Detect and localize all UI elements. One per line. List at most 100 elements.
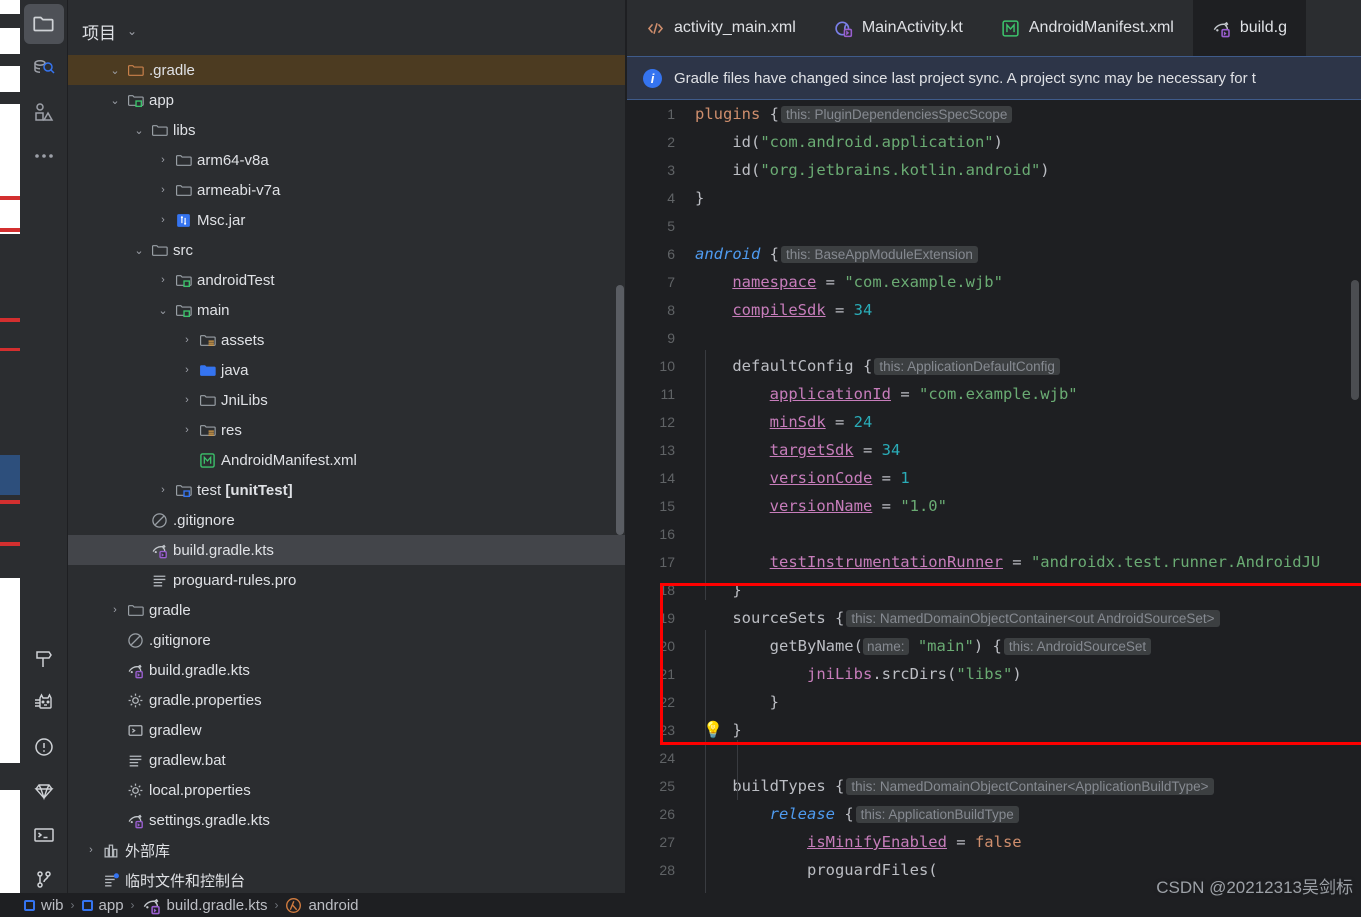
code-line-4[interactable]: 4} [627,184,1361,212]
code-line-8[interactable]: 8 compileSdk = 34 [627,296,1361,324]
tree-item-gradle.properties[interactable]: gradle.properties [68,685,626,715]
chevron-right-icon[interactable]: › [178,334,196,346]
code-line-5[interactable]: 5 [627,212,1361,240]
chevron-down-icon[interactable]: ⌄ [127,24,137,38]
shapes-icon[interactable] [24,92,64,132]
chevron-right-icon[interactable]: › [154,274,172,286]
database-search-icon[interactable] [24,48,64,88]
chevron-down-icon[interactable]: ⌄ [130,124,148,137]
tab-activity_main-xml[interactable]: activity_main.xml [627,0,815,56]
chevron-right-icon[interactable]: › [178,364,196,376]
tree-item-gradlew[interactable]: gradlew [68,715,626,745]
chevron-right-icon[interactable]: › [154,484,172,496]
breadcrumb-item-build-gradle-kts[interactable]: build.gradle.kts [142,896,267,915]
tab-mainactivity-kt[interactable]: MainActivity.kt [815,0,982,56]
folder-icon [148,242,170,259]
tab-androidmanifest-xml[interactable]: AndroidManifest.xml [982,0,1193,56]
tree-item-build.gradle.kts[interactable]: build.gradle.kts [68,655,626,685]
code-line-6[interactable]: 6 android {this: BaseAppModuleExtension [627,240,1361,268]
terminal-icon[interactable] [24,815,64,855]
line-number: 28 [659,862,675,878]
token-pln: } [695,189,705,207]
code-line-17[interactable]: 17 testInstrumentationRunner = "androidx… [627,548,1361,576]
chevron-down-icon[interactable]: ⌄ [154,304,172,317]
token-prop: applicationId [769,385,891,403]
tree-item-proguard-rules.pro[interactable]: proguard-rules.pro [68,565,626,595]
code-line-19[interactable]: 19 sourceSets {this: NamedDomainObjectCo… [627,604,1361,632]
hammer-icon[interactable] [24,639,64,679]
chevron-right-icon[interactable]: › [154,184,172,196]
tree-item-.gitignore[interactable]: .gitignore [68,505,626,535]
tree-item-gradlew.bat[interactable]: gradlew.bat [68,745,626,775]
tree-item-androidtest[interactable]: › androidTest [68,265,626,295]
tree-item-src[interactable]: ⌄ src [68,235,626,265]
breadcrumb-label: android [308,896,359,914]
tree-item-local.properties[interactable]: local.properties [68,775,626,805]
chevron-right-icon[interactable]: › [106,604,124,616]
tree-item-build.gradle.kts[interactable]: build.gradle.kts [68,535,626,565]
tree-item-.gitignore[interactable]: .gitignore [68,625,626,655]
project-tree[interactable]: ⌄ .gradle ⌄ app ⌄ libs › arm64-v8a › armeabi-v7a ›… [68,55,626,893]
code-line-13[interactable]: 13 targetSdk = 34 [627,436,1361,464]
tree-item-res[interactable]: › res [68,415,626,445]
breadcrumb-item-wib[interactable]: wib [24,897,64,914]
code-line-22[interactable]: 22 } [627,688,1361,716]
code-line-21[interactable]: 21 jniLibs.srcDirs("libs") [627,660,1361,688]
code-line-15[interactable]: 15 versionName = "1.0" [627,492,1361,520]
token-propn: jniLibs [806,665,873,683]
code-line-11[interactable]: 11 applicationId = "com.example.wjb" [627,380,1361,408]
code-line-16[interactable]: 16 [627,520,1361,548]
logcat-cat-icon[interactable] [24,683,64,723]
problems-icon[interactable] [24,727,64,767]
code-line-18[interactable]: 18 } [627,576,1361,604]
code-line-9[interactable]: 9 [627,324,1361,352]
tree-item---------[interactable]: 临时文件和控制台 [68,865,626,893]
tab-build-g[interactable]: build.g [1192,0,1306,56]
tree-item-java[interactable]: › java [68,355,626,385]
code-line-27[interactable]: 27 isMinifyEnabled = false [627,828,1361,856]
tree-item-androidmanifest.xml[interactable]: AndroidManifest.xml [68,445,626,475]
tree-item-arm64-v8a[interactable]: › arm64-v8a [68,145,626,175]
code-line-10[interactable]: 10 defaultConfig {this: ApplicationDefau… [627,352,1361,380]
breadcrumb-item-app[interactable]: app [81,897,124,914]
chevron-right-icon[interactable]: › [154,154,172,166]
project-icon[interactable] [23,4,64,44]
token-kw: false [974,833,1022,851]
token-num: 34 [881,441,901,459]
tree-item-assets[interactable]: › assets [68,325,626,355]
code-line-14[interactable]: 14 versionCode = 1 [627,464,1361,492]
chevron-right-icon[interactable]: › [82,844,100,856]
chevron-right-icon[interactable]: › [178,394,196,406]
code-line-1[interactable]: 1 plugins {this: PluginDependenciesSpecSc… [627,100,1361,128]
chevron-down-icon[interactable]: ⌄ [106,94,124,107]
code-line-20[interactable]: 20 getByName(name: "main") {this: Androi… [627,632,1361,660]
breadcrumb-item-android[interactable]: android [285,896,359,914]
tree-item-main[interactable]: ⌄ main [68,295,626,325]
editor-scrollbar[interactable] [1351,280,1359,400]
gem-icon[interactable] [24,771,64,811]
project-tree-scrollbar[interactable] [616,285,624,535]
code-viewport[interactable]: 1 plugins {this: PluginDependenciesSpecSc… [627,100,1361,893]
tree-item-jnilibs[interactable]: › JniLibs [68,385,626,415]
tree-item-settings.gradle.kts[interactable]: settings.gradle.kts [68,805,626,835]
tree-item-app[interactable]: ⌄ app [68,85,626,115]
tree-item----[interactable]: › 外部库 [68,835,626,865]
tree-item-armeabi-v7a[interactable]: › armeabi-v7a [68,175,626,205]
tree-item-.gradle[interactable]: ⌄ .gradle [68,55,626,85]
tree-item-msc.jar[interactable]: › Msc.jar [68,205,626,235]
code-line-7[interactable]: 7 namespace = "com.example.wjb" [627,268,1361,296]
tree-item-test[interactable]: › test [unitTest] [68,475,626,505]
line-number: 23 [659,722,675,738]
code-text: testInstrumentationRunner = "androidx.te… [685,553,1361,571]
tree-item-libs[interactable]: ⌄ libs [68,115,626,145]
tree-item-gradle[interactable]: › gradle [68,595,626,625]
code-line-12[interactable]: 12 minSdk = 24 [627,408,1361,436]
code-line-26[interactable]: 26 release {this: ApplicationBuildType [627,800,1361,828]
chevron-right-icon[interactable]: › [154,214,172,226]
code-line-2[interactable]: 2 id("com.android.application") [627,128,1361,156]
code-line-3[interactable]: 3 id("org.jetbrains.kotlin.android") [627,156,1361,184]
chevron-down-icon[interactable]: ⌄ [130,244,148,257]
chevron-down-icon[interactable]: ⌄ [106,64,124,77]
chevron-right-icon[interactable]: › [178,424,196,436]
more-icon[interactable] [24,136,64,176]
